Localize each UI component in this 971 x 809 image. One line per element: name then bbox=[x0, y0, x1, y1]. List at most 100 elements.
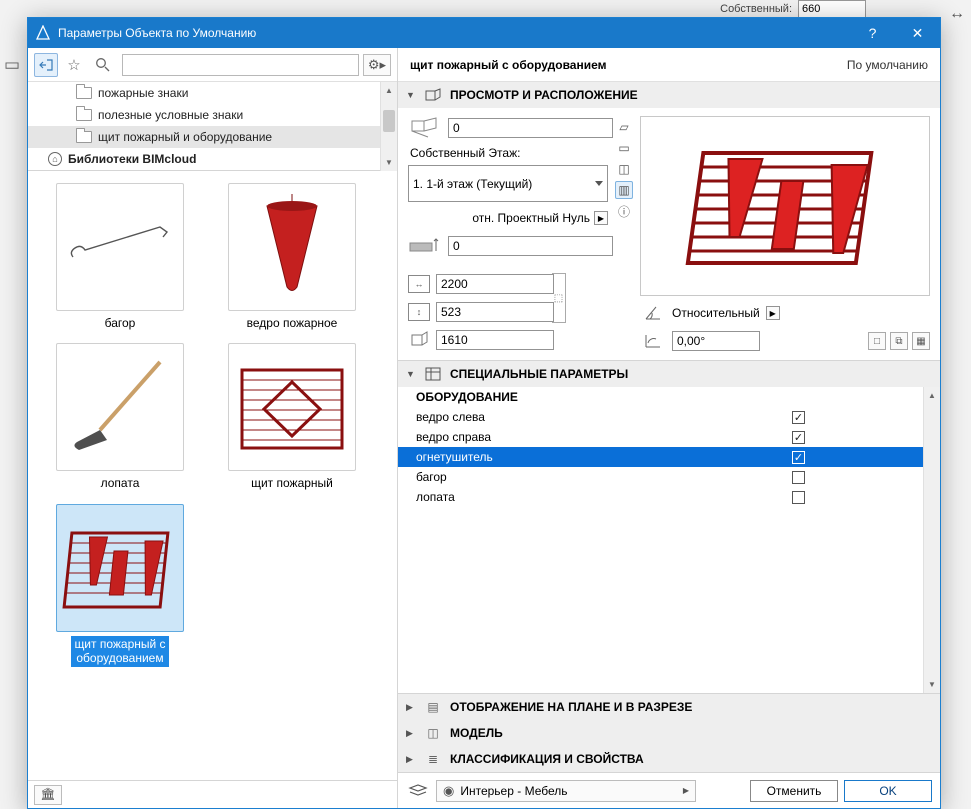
angle-origin-icon bbox=[640, 330, 666, 352]
param-checkbox[interactable]: ✓ bbox=[792, 411, 805, 424]
object-gallery: багор ведро пожарное лопата щит пожарный bbox=[28, 171, 397, 780]
mirror-none-button[interactable]: □ bbox=[868, 332, 886, 350]
tree-item[interactable]: полезные условные знаки bbox=[28, 104, 397, 126]
section-icon bbox=[424, 366, 442, 382]
section-header-preview[interactable]: ▼ ПРОСМОТР И РАСПОЛОЖЕНИЕ bbox=[398, 82, 940, 108]
param-name: ведро справа bbox=[416, 430, 784, 444]
story-select[interactable]: 1. 1-й этаж (Текущий) bbox=[408, 165, 608, 202]
caret-down-icon: ▼ bbox=[406, 369, 416, 379]
folder-icon bbox=[76, 109, 92, 121]
section-header-plan[interactable]: ▶▤ОТОБРАЖЕНИЕ НА ПЛАНЕ И В РАЗРЕЗЕ bbox=[398, 694, 940, 720]
param-name: ведро слева bbox=[416, 410, 784, 424]
param-row[interactable]: багор bbox=[398, 467, 923, 487]
top-elev-input[interactable] bbox=[448, 118, 613, 138]
params-list: ОБОРУДОВАНИЕ ведро слева✓ ведро справа✓ … bbox=[398, 387, 923, 693]
scroll-down-icon[interactable]: ▼ bbox=[381, 154, 397, 171]
section-header-params[interactable]: ▼ СПЕЦИАЛЬНЫЕ ПАРАМЕТРЫ bbox=[398, 361, 940, 387]
height-input[interactable] bbox=[436, 330, 554, 350]
chevron-right-icon: ▶ bbox=[683, 786, 689, 795]
depth-input[interactable] bbox=[436, 302, 554, 322]
tree-item-library[interactable]: ⌂Библиотеки BIMcloud bbox=[28, 148, 397, 170]
section-icon: ▤ bbox=[424, 699, 442, 715]
gallery-item-label: щит пожарный bbox=[248, 475, 336, 491]
folder-icon bbox=[76, 131, 92, 143]
browse-mode-button[interactable] bbox=[34, 53, 58, 77]
folder-tree: пожарные знаки полезные условные знаки щ… bbox=[28, 82, 397, 171]
params-scrollbar[interactable]: ▲ ▼ bbox=[923, 387, 940, 693]
param-name: огнетушитель bbox=[416, 450, 784, 464]
param-checkbox[interactable] bbox=[792, 471, 805, 484]
section-header-model[interactable]: ▶◫МОДЕЛЬ bbox=[398, 720, 940, 746]
close-button[interactable]: ✕ bbox=[895, 18, 940, 48]
preview-mode-bar: ▱ ▭ ◫ ▥ ⓘ bbox=[614, 116, 634, 352]
link-dims-button[interactable]: ⬚ bbox=[552, 273, 566, 323]
mirror-xy-button[interactable]: ▦ bbox=[912, 332, 930, 350]
dialog-title: Параметры Объекта по Умолчанию bbox=[58, 26, 850, 40]
scroll-up-icon[interactable]: ▲ bbox=[381, 82, 397, 99]
bg-arrows-icon: ↔ bbox=[949, 5, 965, 23]
mirror-x-button[interactable]: ⧉ bbox=[890, 332, 908, 350]
width-input[interactable] bbox=[436, 274, 554, 294]
settings-button[interactable]: ⚙▸ bbox=[363, 54, 391, 76]
section-icon: ≣ bbox=[424, 751, 442, 767]
gallery-item-label: ведро пожарное bbox=[244, 315, 341, 331]
tree-item[interactable]: пожарные знаки bbox=[28, 82, 397, 104]
proj-zero-flyout[interactable]: ▶ bbox=[594, 211, 608, 225]
search-button[interactable] bbox=[90, 53, 114, 77]
ok-button[interactable]: OK bbox=[844, 780, 932, 802]
bg-own-input[interactable] bbox=[798, 0, 866, 18]
layer-select[interactable]: ◉ Интерьер - Мебель ▶ bbox=[436, 780, 696, 802]
section-title: ОТОБРАЖЕНИЕ НА ПЛАНЕ И В РАЗРЕЗЕ bbox=[450, 700, 692, 714]
param-checkbox[interactable] bbox=[792, 491, 805, 504]
preview-mode-info-icon[interactable]: ⓘ bbox=[615, 202, 633, 220]
caret-down-icon: ▼ bbox=[406, 90, 416, 100]
gallery-item[interactable]: багор bbox=[40, 183, 200, 331]
section-icon bbox=[424, 87, 442, 103]
preview-mode-3d-icon[interactable]: ◫ bbox=[615, 160, 633, 178]
search-input[interactable] bbox=[122, 54, 359, 76]
default-label[interactable]: По умолчанию bbox=[847, 58, 928, 72]
favorites-button[interactable]: ☆ bbox=[62, 53, 86, 77]
gallery-item-label: багор bbox=[102, 315, 139, 331]
library-manager-button[interactable]: 🏛︎ bbox=[34, 785, 62, 805]
param-group[interactable]: ОБОРУДОВАНИЕ bbox=[398, 387, 923, 407]
scroll-thumb[interactable] bbox=[383, 110, 395, 132]
section-title: СПЕЦИАЛЬНЫЕ ПАРАМЕТРЫ bbox=[450, 367, 628, 381]
own-story-label: Собственный Этаж: bbox=[410, 146, 608, 160]
param-row-selected[interactable]: огнетушитель ✓ bbox=[398, 447, 923, 467]
help-button[interactable]: ? bbox=[850, 18, 895, 48]
param-row[interactable]: лопата bbox=[398, 487, 923, 507]
dialog-footer: ◉ Интерьер - Мебель ▶ Отменить OK bbox=[398, 772, 940, 808]
preview-mode-iso-icon[interactable]: ▱ bbox=[615, 118, 633, 136]
preview-canvas[interactable] bbox=[640, 116, 930, 296]
layer-icon bbox=[406, 781, 430, 801]
gallery-item-selected[interactable]: щит пожарный соборудованием bbox=[40, 504, 200, 667]
tree-item-selected[interactable]: щит пожарный и оборудование bbox=[28, 126, 397, 148]
angle-input[interactable] bbox=[672, 331, 760, 351]
elevation-icon bbox=[408, 117, 442, 139]
scroll-down-icon[interactable]: ▼ bbox=[924, 676, 940, 693]
relative-label: Относительный bbox=[672, 306, 760, 320]
tree-scrollbar[interactable]: ▲ ▼ bbox=[380, 82, 397, 171]
caret-right-icon: ▶ bbox=[406, 754, 416, 765]
section-icon: ◫ bbox=[424, 725, 442, 741]
preview-mode-plan-icon[interactable]: ▭ bbox=[615, 139, 633, 157]
param-row[interactable]: ведро справа ✓ bbox=[398, 427, 923, 447]
relative-flyout[interactable]: ▶ bbox=[766, 306, 780, 320]
object-name: щит пожарный с оборудованием bbox=[410, 58, 839, 72]
object-settings-dialog: Параметры Объекта по Умолчанию ? ✕ ☆ ⚙▸ … bbox=[27, 17, 941, 809]
base-elev-input[interactable] bbox=[448, 236, 613, 256]
param-checkbox[interactable]: ✓ bbox=[792, 431, 805, 444]
gallery-item[interactable]: ведро пожарное bbox=[212, 183, 372, 331]
scroll-up-icon[interactable]: ▲ bbox=[924, 387, 940, 404]
section-header-class[interactable]: ▶ ≣ КЛАССИФИКАЦИЯ И СВОЙСТВА bbox=[398, 746, 940, 772]
eye-icon: ◉ bbox=[443, 783, 454, 799]
param-checkbox[interactable]: ✓ bbox=[792, 451, 805, 464]
gallery-item[interactable]: лопата bbox=[40, 343, 200, 491]
section-title: КЛАССИФИКАЦИЯ И СВОЙСТВА bbox=[450, 752, 644, 766]
layer-name: Интерьер - Мебель bbox=[460, 784, 567, 798]
gallery-item[interactable]: щит пожарный bbox=[212, 343, 372, 491]
preview-mode-front-icon[interactable]: ▥ bbox=[615, 181, 633, 199]
cancel-button[interactable]: Отменить bbox=[750, 780, 838, 802]
param-row[interactable]: ведро слева ✓ bbox=[398, 407, 923, 427]
